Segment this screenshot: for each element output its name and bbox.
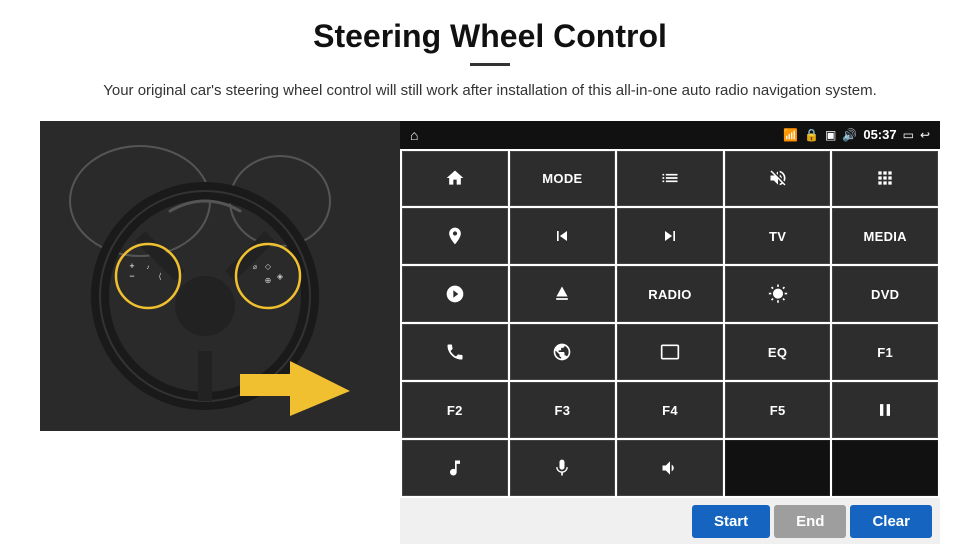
btn-home[interactable] — [402, 151, 508, 207]
sd-icon: ▣ — [825, 128, 836, 142]
status-icons: 📶 🔒 ▣ 🔊 05:37 ▭ ↩ — [783, 127, 930, 142]
clear-button[interactable]: Clear — [850, 505, 932, 538]
svg-text:⌀: ⌀ — [253, 264, 257, 271]
svg-text:⟨: ⟨ — [158, 272, 161, 281]
btn-empty1 — [725, 440, 831, 496]
btn-list[interactable] — [617, 151, 723, 207]
btn-playpause[interactable] — [832, 382, 938, 438]
wifi-icon: 📶 — [783, 128, 798, 142]
back-icon: ↩ — [920, 128, 930, 142]
btn-360[interactable] — [402, 266, 508, 322]
btn-radio[interactable]: RADIO — [617, 266, 723, 322]
page-subtitle: Your original car's steering wheel contr… — [103, 80, 877, 103]
btn-nav[interactable] — [402, 208, 508, 264]
title-divider — [470, 63, 510, 66]
btn-f1[interactable]: F1 — [832, 324, 938, 380]
svg-text:⊕: ⊕ — [265, 276, 272, 285]
svg-text:+: + — [129, 261, 134, 271]
btn-f5[interactable]: F5 — [725, 382, 831, 438]
btn-apps[interactable] — [832, 151, 938, 207]
svg-text:−: − — [129, 271, 134, 281]
btn-empty2 — [832, 440, 938, 496]
page-title: Steering Wheel Control — [313, 18, 667, 55]
btn-tv[interactable]: TV — [725, 208, 831, 264]
btn-brightness[interactable] — [725, 266, 831, 322]
btn-eject[interactable] — [510, 266, 616, 322]
btn-mode[interactable]: MODE — [510, 151, 616, 207]
end-button[interactable]: End — [774, 505, 846, 538]
screen-icon: ▭ — [903, 128, 914, 142]
lock-icon: 🔒 — [804, 128, 819, 142]
bottom-bar: Start End Clear — [400, 498, 940, 544]
bt-icon: 🔊 — [842, 128, 857, 142]
btn-prev[interactable] — [510, 208, 616, 264]
btn-phone[interactable] — [402, 324, 508, 380]
btn-dvd[interactable]: DVD — [832, 266, 938, 322]
home-icon: ⌂ — [410, 127, 418, 143]
btn-eq[interactable]: EQ — [725, 324, 831, 380]
btn-volphone[interactable] — [617, 440, 723, 496]
svg-text:◇: ◇ — [265, 262, 272, 271]
svg-text:♪: ♪ — [146, 264, 150, 271]
btn-music[interactable] — [402, 440, 508, 496]
btn-f3[interactable]: F3 — [510, 382, 616, 438]
btn-mute[interactable] — [725, 151, 831, 207]
btn-f4[interactable]: F4 — [617, 382, 723, 438]
btn-display[interactable] — [617, 324, 723, 380]
steering-wheel-image: + − ♪ ⟨ ⌀ ◇ ◈ ⊕ — [40, 121, 400, 431]
btn-browse[interactable] — [510, 324, 616, 380]
btn-media[interactable]: MEDIA — [832, 208, 938, 264]
status-bar: ⌂ 📶 🔒 ▣ 🔊 05:37 ▭ ↩ — [400, 121, 940, 149]
btn-mic[interactable] — [510, 440, 616, 496]
headunit-panel: ⌂ 📶 🔒 ▣ 🔊 05:37 ▭ ↩ MODE — [400, 121, 940, 544]
status-time: 05:37 — [863, 127, 896, 142]
btn-next[interactable] — [617, 208, 723, 264]
start-button[interactable]: Start — [692, 505, 770, 538]
svg-text:◈: ◈ — [277, 272, 284, 281]
buttons-grid: MODE TV — [400, 149, 940, 499]
btn-f2[interactable]: F2 — [402, 382, 508, 438]
